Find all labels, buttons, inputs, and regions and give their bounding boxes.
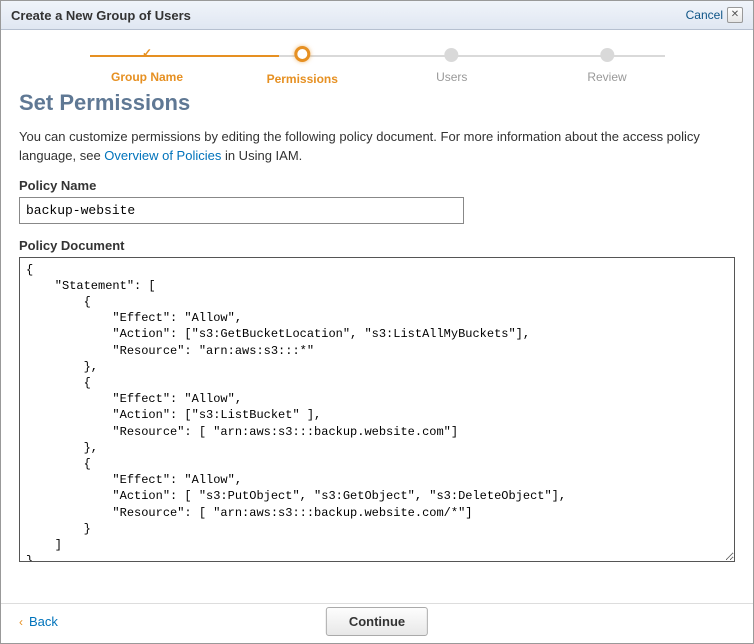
wizard-step-review: Review [587, 48, 626, 84]
wizard-step-label: Group Name [111, 70, 183, 84]
content-area: Set Permissions You can customize permis… [1, 80, 753, 603]
title-bar: Create a New Group of Users Cancel ✕ [1, 1, 753, 30]
wizard-step-label: Users [436, 70, 467, 84]
policy-document-label: Policy Document [19, 238, 735, 253]
close-icon[interactable]: ✕ [727, 7, 743, 23]
step-current-icon [294, 46, 310, 62]
overview-of-policies-link[interactable]: Overview of Policies [104, 148, 221, 163]
policy-document-textarea[interactable] [19, 257, 735, 562]
desc-text-after: in Using IAM. [221, 148, 302, 163]
wizard-step-users: Users [436, 48, 467, 84]
step-pending-icon [445, 48, 459, 62]
chevron-left-icon: ‹ [19, 615, 23, 629]
back-label: Back [29, 614, 58, 629]
wizard-step-group-name[interactable]: Group Name [111, 48, 183, 84]
title-bar-right: Cancel ✕ [686, 7, 743, 23]
section-title: Set Permissions [19, 90, 735, 116]
policy-name-input[interactable] [19, 197, 464, 224]
wizard-track: Group Name Permissions Users Review [90, 48, 665, 76]
cancel-link[interactable]: Cancel [686, 8, 723, 22]
dialog-create-group: Create a New Group of Users Cancel ✕ Gro… [0, 0, 754, 644]
step-pending-icon [600, 48, 614, 62]
wizard-step-permissions[interactable]: Permissions [267, 48, 338, 86]
footer-center: Continue [326, 607, 428, 636]
check-icon [140, 48, 154, 62]
continue-button[interactable]: Continue [326, 607, 428, 636]
policy-name-label: Policy Name [19, 178, 735, 193]
wizard-step-label: Permissions [267, 72, 338, 86]
back-button[interactable]: ‹ Back [19, 614, 58, 629]
footer: ‹ Back Continue [1, 603, 753, 643]
wizard-step-label: Review [587, 70, 626, 84]
dialog-title: Create a New Group of Users [11, 8, 191, 23]
wizard-stepper: Group Name Permissions Users Review [1, 30, 753, 80]
section-description: You can customize permissions by editing… [19, 128, 735, 166]
